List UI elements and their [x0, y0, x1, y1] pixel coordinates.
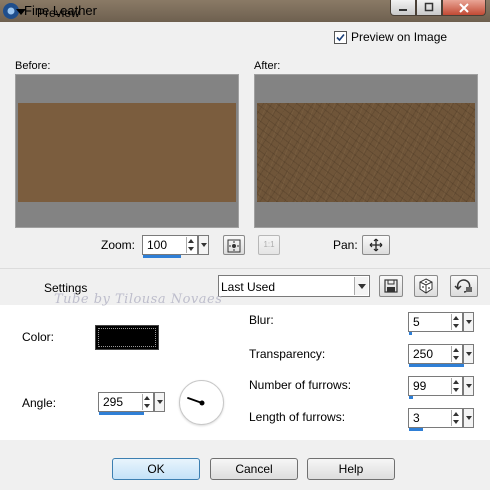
before-preview[interactable] — [15, 74, 239, 228]
transparency-dropdown-button[interactable] — [463, 344, 474, 364]
furrows-length-stepper[interactable] — [451, 410, 461, 426]
angle-value: 295 — [103, 395, 124, 409]
furrows-count-stepper[interactable] — [451, 378, 461, 394]
angle-slider-bar — [99, 412, 144, 415]
after-preview[interactable] — [254, 74, 478, 228]
furrows-length-label: Length of furrows: — [249, 410, 346, 424]
close-button[interactable] — [442, 0, 486, 16]
zoom-slider-bar — [143, 255, 181, 258]
blur-input[interactable]: 5 — [408, 312, 474, 335]
angle-label: Angle: — [22, 396, 57, 410]
blur-slider-bar — [409, 332, 412, 335]
pan-label: Pan: — [333, 238, 358, 252]
blur-stepper[interactable] — [451, 314, 461, 330]
pan-button[interactable] — [362, 235, 390, 255]
reset-icon — [454, 279, 472, 293]
furrows-count-input[interactable]: 99 — [408, 376, 474, 399]
preview-gray-area — [257, 77, 475, 103]
cancel-button[interactable]: Cancel — [210, 458, 298, 480]
floppy-disk-icon — [384, 279, 398, 293]
maximize-button[interactable] — [416, 0, 442, 16]
after-leather-image — [257, 103, 475, 202]
transparency-label: Transparency: — [249, 347, 326, 361]
blur-label: Blur: — [249, 313, 274, 327]
before-label: Before: — [15, 60, 51, 72]
furrows-length-input[interactable]: 3 — [408, 408, 474, 431]
actual-size-button[interactable]: 1:1 — [258, 235, 280, 255]
preset-value: Last Used — [221, 280, 276, 294]
preview-on-image-checkbox[interactable] — [334, 31, 347, 44]
angle-dial[interactable] — [179, 380, 224, 425]
furrows-count-value: 99 — [413, 379, 427, 393]
before-leather-image — [18, 103, 236, 202]
zoom-fit-button[interactable] — [223, 235, 245, 255]
transparency-input[interactable]: 250 — [408, 344, 474, 367]
zoom-label: Zoom: — [101, 238, 136, 252]
watermark-text: Tube by Tilousa Novaes — [54, 292, 223, 307]
angle-stepper[interactable] — [142, 394, 152, 410]
section-divider — [0, 268, 490, 269]
transparency-stepper[interactable] — [451, 346, 461, 362]
furrows-length-slider-bar — [409, 428, 423, 431]
dice-icon — [419, 278, 433, 294]
furrows-count-slider-bar — [409, 396, 413, 399]
save-preset-button[interactable] — [379, 275, 403, 297]
transparency-value: 250 — [413, 347, 434, 361]
blur-dropdown-button[interactable] — [463, 312, 474, 332]
blur-value: 5 — [413, 315, 420, 329]
furrows-length-value: 3 — [413, 411, 420, 425]
furrows-count-label: Number of furrows: — [249, 378, 352, 392]
angle-dropdown-button[interactable] — [154, 392, 165, 412]
help-button[interactable]: Help — [307, 458, 395, 480]
furrows-length-dropdown-button[interactable] — [463, 408, 474, 428]
preview-label: Preview — [37, 6, 80, 20]
randomize-button[interactable] — [414, 275, 438, 297]
zoom-dropdown-button[interactable] — [198, 235, 209, 255]
furrows-count-dropdown-button[interactable] — [463, 376, 474, 396]
preset-select[interactable]: Last Used — [218, 275, 370, 297]
angle-input[interactable]: 295 — [98, 392, 165, 415]
color-label: Color: — [22, 330, 55, 344]
collapse-arrow-icon[interactable] — [16, 9, 26, 15]
after-label: After: — [254, 60, 281, 72]
preview-gray-area — [18, 77, 236, 103]
zoom-input[interactable]: 100 — [142, 235, 209, 258]
minimize-button[interactable] — [390, 0, 416, 16]
chevron-down-icon[interactable] — [354, 277, 368, 295]
zoom-stepper[interactable] — [186, 237, 196, 253]
color-swatch[interactable] — [95, 325, 159, 350]
ok-button[interactable]: OK — [112, 458, 200, 480]
reset-defaults-button[interactable] — [450, 275, 478, 297]
preview-on-image-label: Preview on Image — [351, 30, 448, 44]
transparency-slider-bar — [409, 364, 464, 367]
zoom-value: 100 — [147, 238, 168, 252]
